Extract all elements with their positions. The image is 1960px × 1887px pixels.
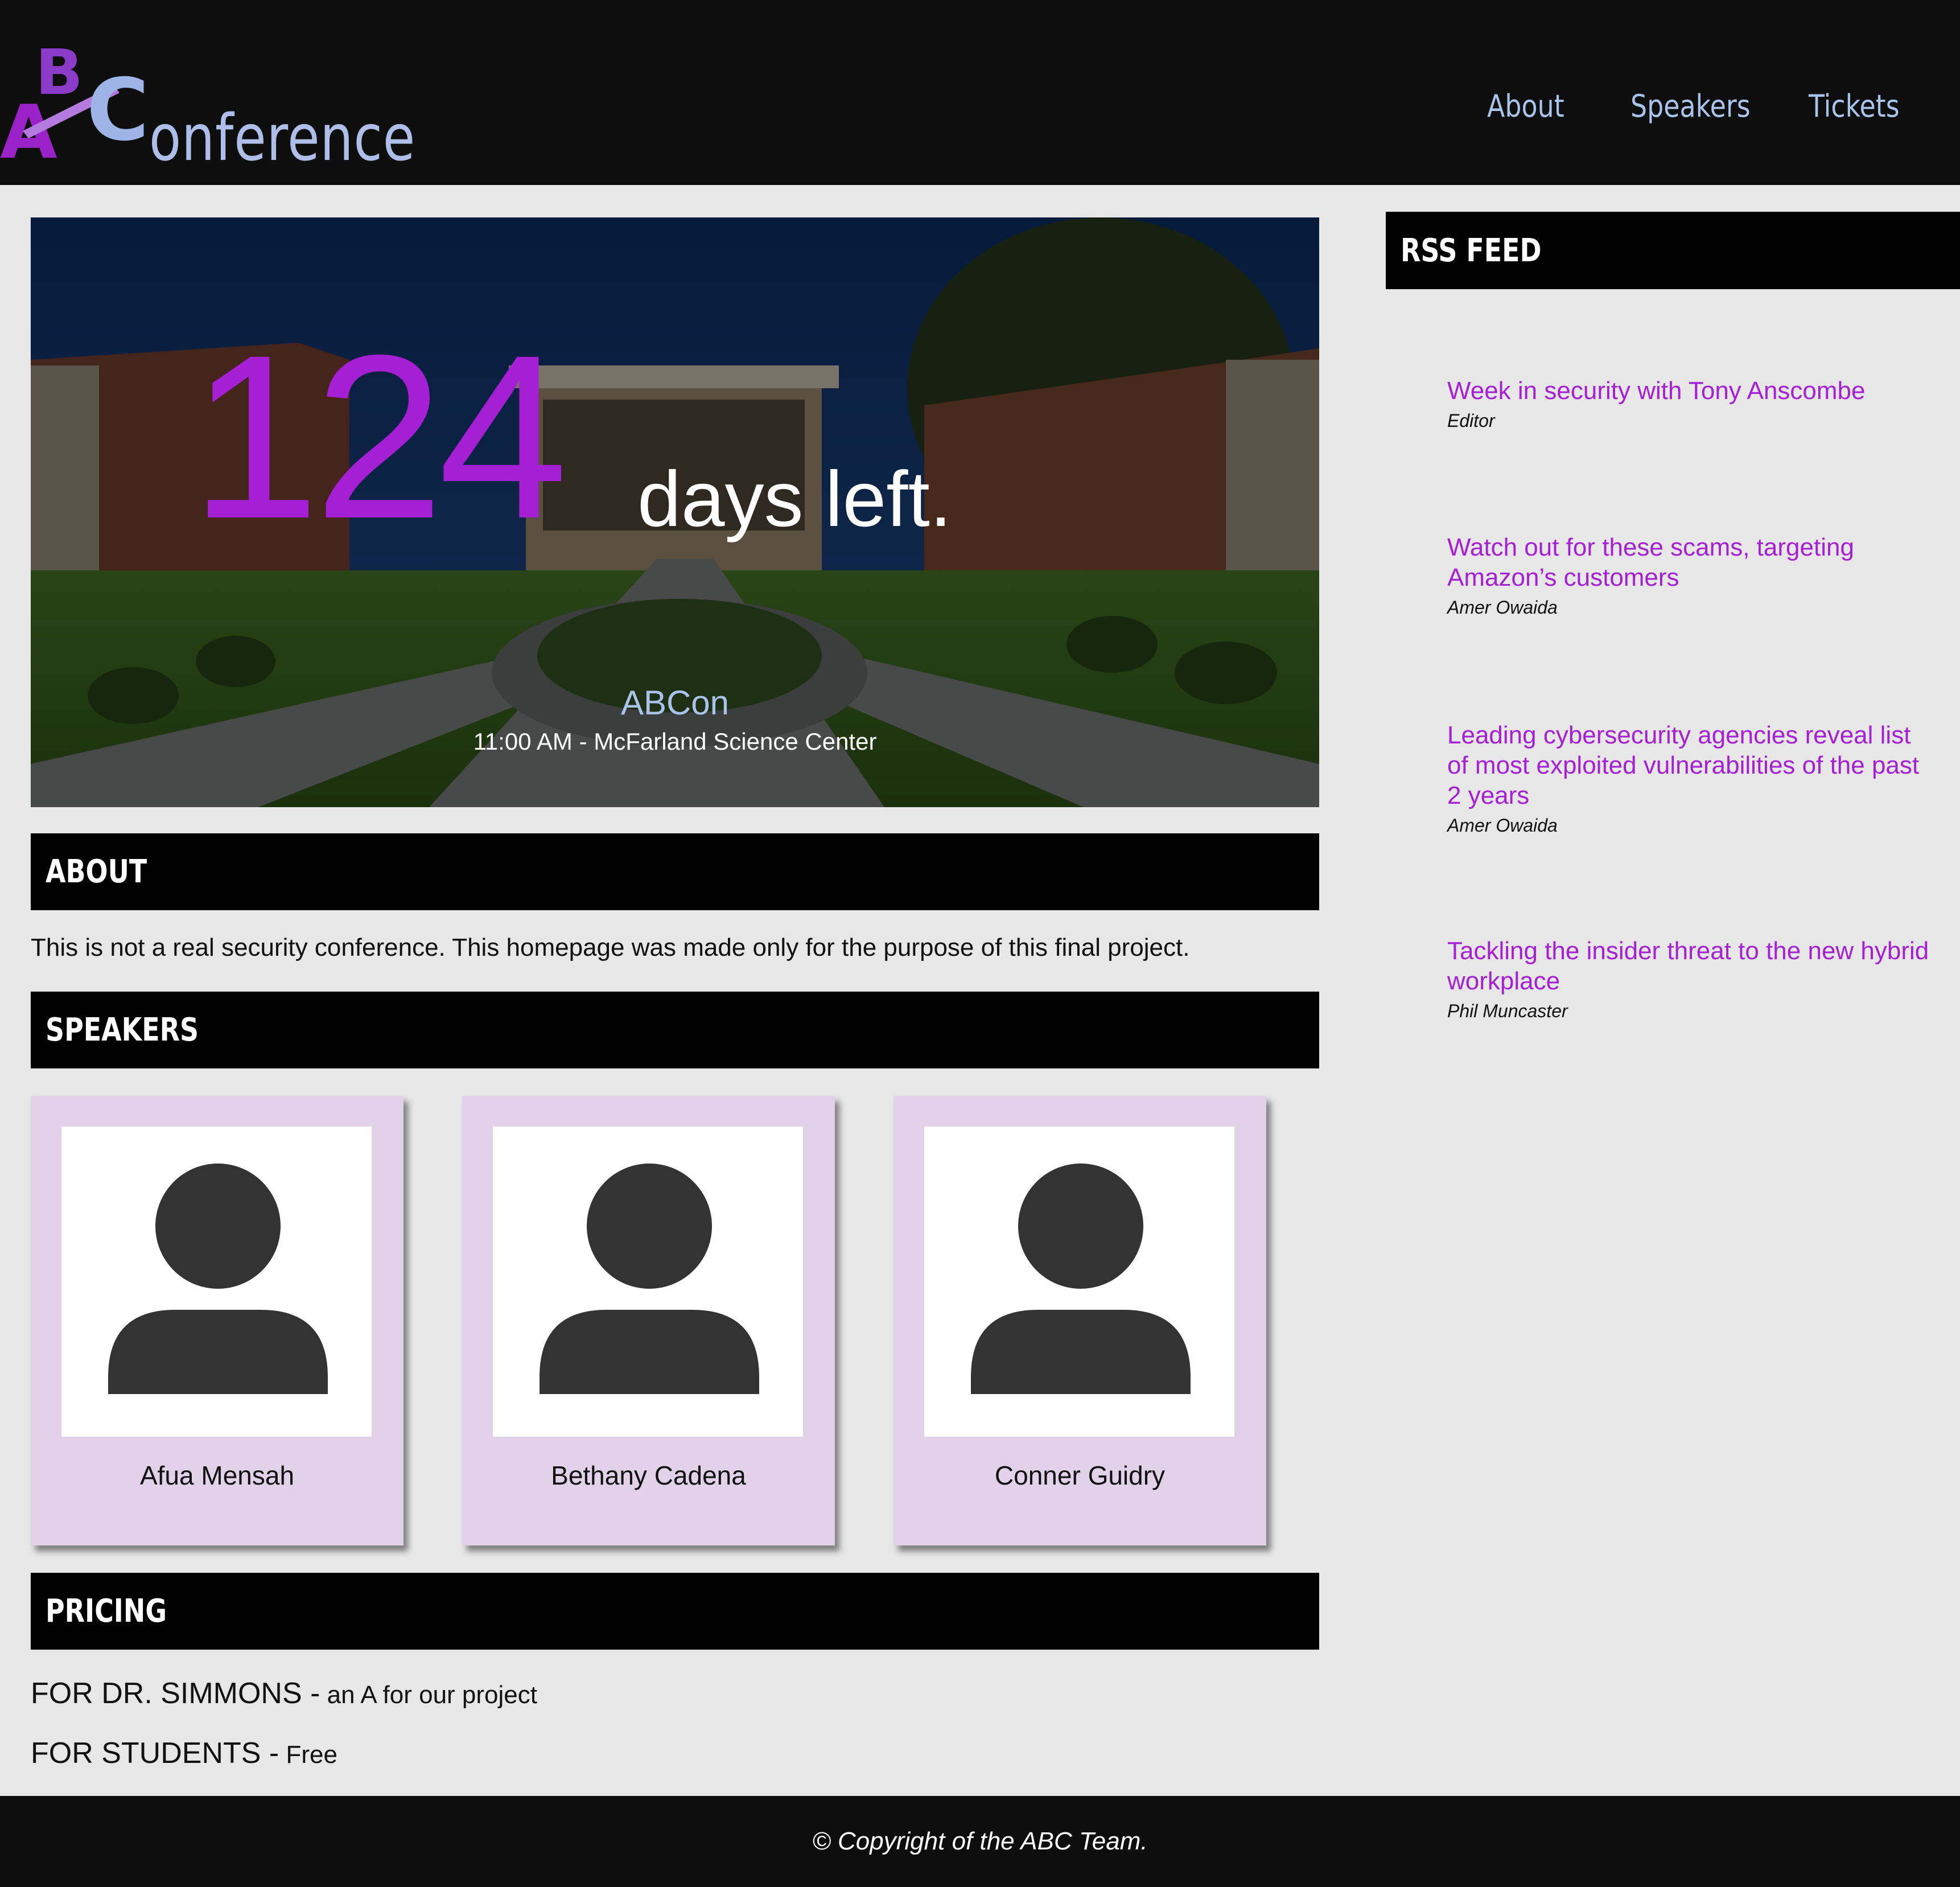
speaker-photo — [61, 1127, 372, 1437]
person-icon — [540, 1164, 759, 1394]
rss-item-author: Amer Owaida — [1447, 815, 1558, 836]
pricing-label: FOR DR. SIMMONS - — [31, 1677, 320, 1710]
rss-heading: RSS FEED — [1401, 232, 1542, 269]
speakers-heading-bar: SPEAKERS — [31, 992, 1319, 1068]
rss-heading-bar: RSS FEED — [1386, 212, 1960, 289]
countdown-hero: 124 days left. ABCon 11:00 AM - McFarlan… — [31, 217, 1319, 807]
nav-link-about[interactable]: About — [1487, 88, 1564, 124]
copyright-text: © Copyright of the ABC Team. — [812, 1827, 1148, 1855]
speaker-name: Conner Guidry — [994, 1461, 1166, 1490]
pricing-label: FOR STUDENTS - — [31, 1737, 279, 1770]
nav-link-tickets[interactable]: Tickets — [1809, 88, 1900, 124]
site-header: B A C onference About Speakers Tickets — [0, 0, 1960, 185]
event-time-location: 11:00 AM - McFarland Science Center — [473, 728, 877, 755]
speaker-card[interactable]: Afua Mensah — [31, 1096, 403, 1545]
rss-item-link[interactable]: Watch out for these scams, targeting Ama… — [1447, 532, 1937, 593]
rss-item-link[interactable]: Leading cybersecurity agencies reveal li… — [1447, 720, 1937, 811]
site-footer: © Copyright of the ABC Team. — [0, 1796, 1960, 1887]
about-heading-bar: ABOUT — [31, 833, 1319, 910]
pricing-item: FOR DR. SIMMONS - an A for our project — [31, 1676, 537, 1711]
logo-letters-graphic: B A C — [0, 36, 149, 162]
rss-item: Tackling the insider threat to the new h… — [1447, 936, 1937, 1022]
speaker-name: Bethany Cadena — [551, 1461, 746, 1490]
speaker-card[interactable]: Bethany Cadena — [462, 1096, 835, 1545]
rss-item-author: Amer Owaida — [1447, 597, 1558, 618]
speaker-card[interactable]: Conner Guidry — [893, 1096, 1266, 1545]
rss-item-author: Editor — [1447, 410, 1495, 431]
rss-item: Week in security with Tony Anscombe Edit… — [1447, 376, 1937, 431]
rss-item: Leading cybersecurity agencies reveal li… — [1447, 720, 1937, 836]
site-logo[interactable]: B A C onference — [0, 31, 415, 170]
event-name: ABCon — [620, 684, 730, 722]
pricing-value: Free — [286, 1741, 337, 1769]
countdown-days-label: days left. — [637, 455, 952, 543]
speaker-photo — [493, 1127, 803, 1437]
speakers-heading: SPEAKERS — [46, 1012, 199, 1049]
about-text: This is not a real security conference. … — [31, 934, 1190, 961]
pricing-heading: PRICING — [46, 1593, 167, 1630]
rss-item-link[interactable]: Tackling the insider threat to the new h… — [1447, 936, 1937, 996]
nav-link-speakers[interactable]: Speakers — [1630, 88, 1751, 124]
countdown-days-number: 124 — [190, 306, 568, 567]
logo-wordmark: onference — [149, 101, 416, 175]
pricing-heading-bar: PRICING — [31, 1573, 1319, 1650]
person-icon — [108, 1164, 328, 1394]
speaker-name: Afua Mensah — [139, 1461, 295, 1490]
person-icon — [971, 1164, 1191, 1394]
pricing-value: an A for our project — [327, 1681, 537, 1709]
pricing-item: FOR STUDENTS - Free — [31, 1736, 337, 1770]
svg-text:C: C — [87, 61, 149, 160]
rss-item-author: Phil Muncaster — [1447, 1001, 1568, 1021]
rss-item: Watch out for these scams, targeting Ama… — [1447, 532, 1937, 618]
speaker-photo — [924, 1127, 1234, 1437]
about-heading: ABOUT — [46, 853, 147, 890]
rss-item-link[interactable]: Week in security with Tony Anscombe — [1447, 376, 1937, 406]
